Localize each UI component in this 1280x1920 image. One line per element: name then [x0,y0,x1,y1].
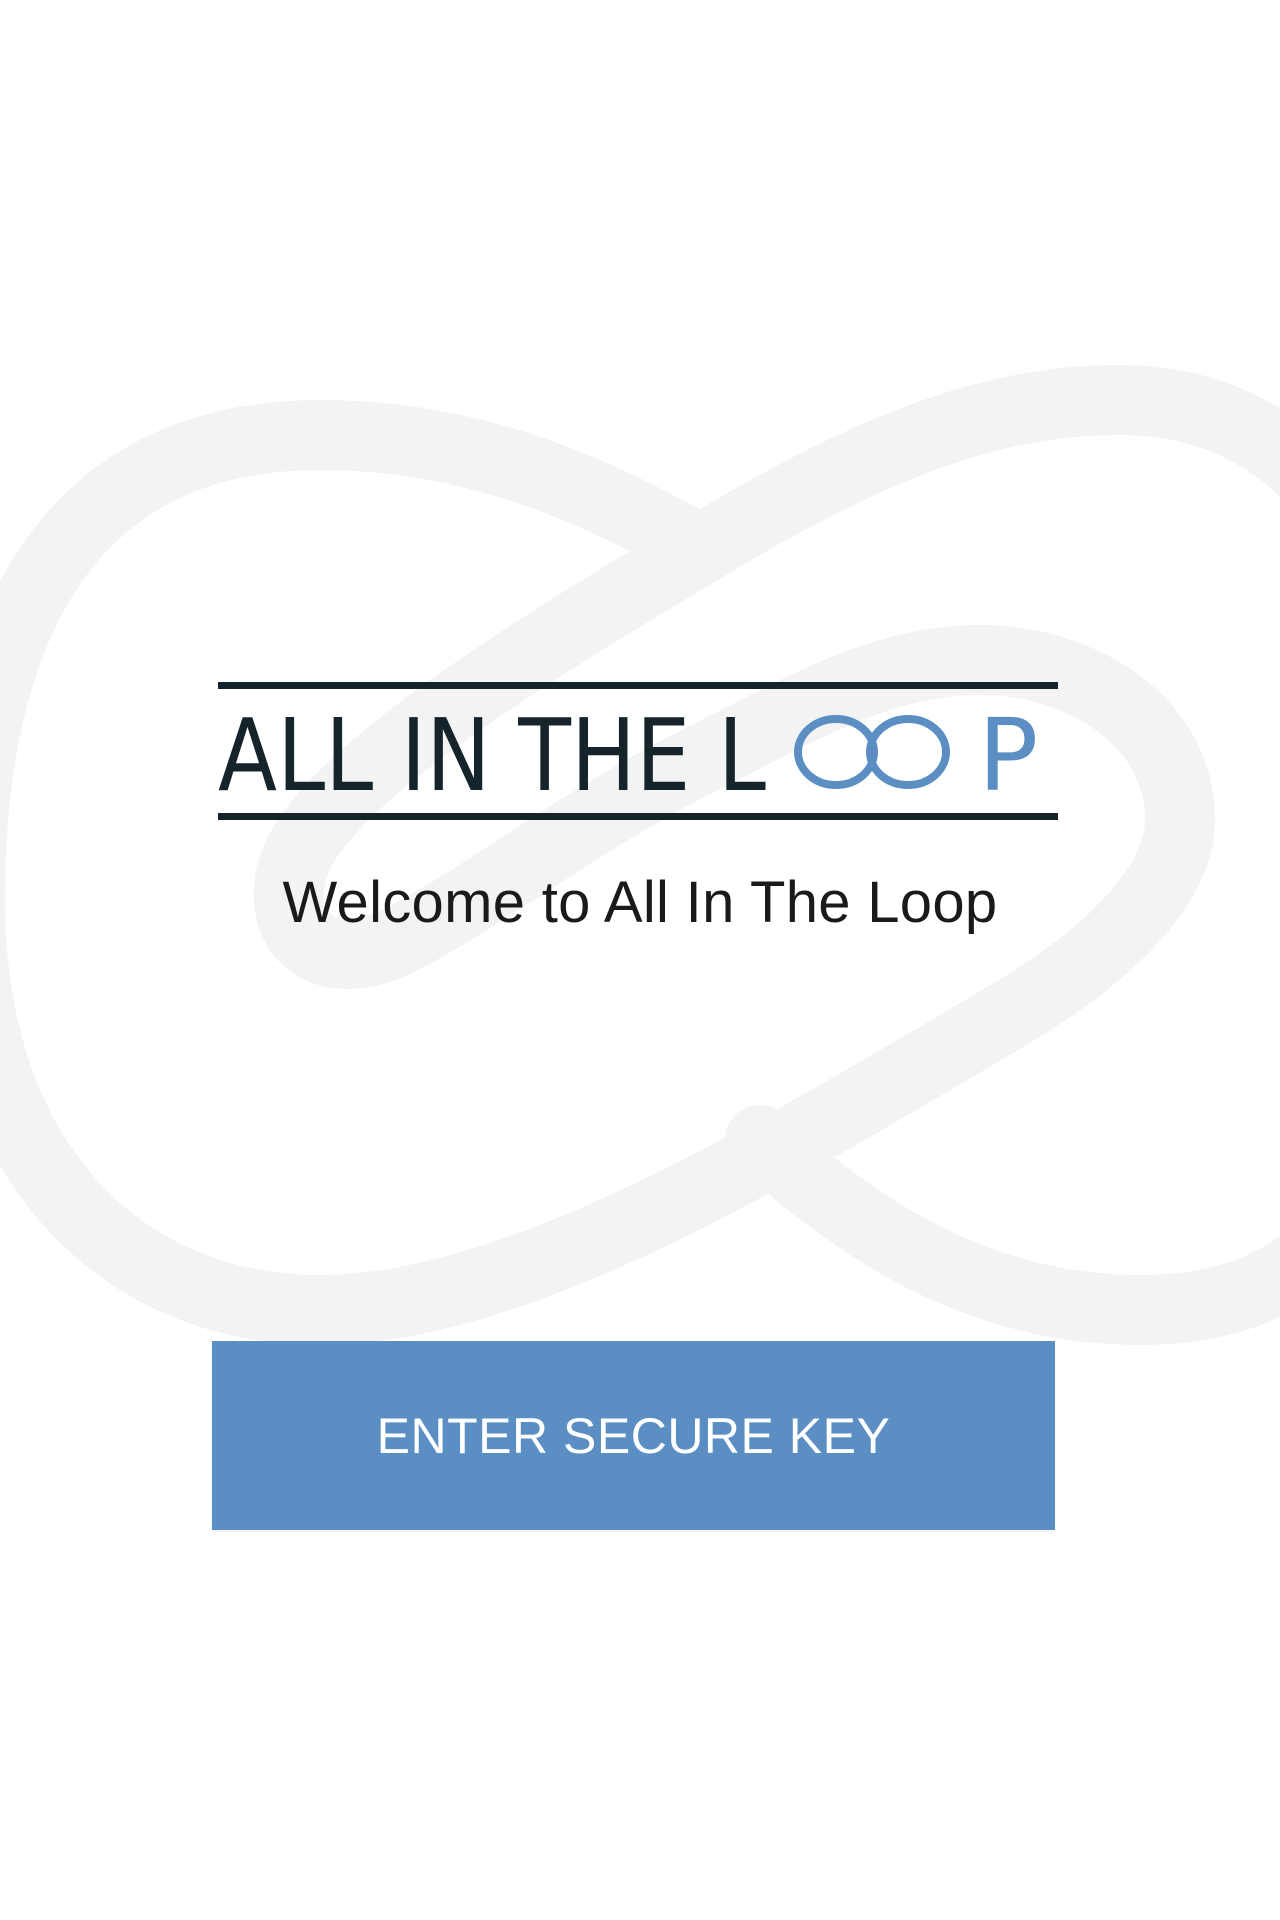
enter-secure-key-button[interactable]: ENTER SECURE KEY [212,1341,1055,1530]
logo-top-rule [218,682,1058,689]
logo-text-accent: P [978,697,1038,814]
logo-text: ALL IN THE L [218,697,766,814]
infinity-loop-icon [794,715,950,789]
logo-bottom-rule [218,813,1058,820]
brand-logo: ALL IN THE L P [218,682,1058,822]
infinity-watermark-icon [0,364,1280,1346]
welcome-screen: ALL IN THE L P Welcome to All In The Loo… [0,0,1280,1920]
welcome-heading: Welcome to All In The Loop [282,870,998,935]
enter-secure-key-label: ENTER SECURE KEY [376,1407,891,1464]
